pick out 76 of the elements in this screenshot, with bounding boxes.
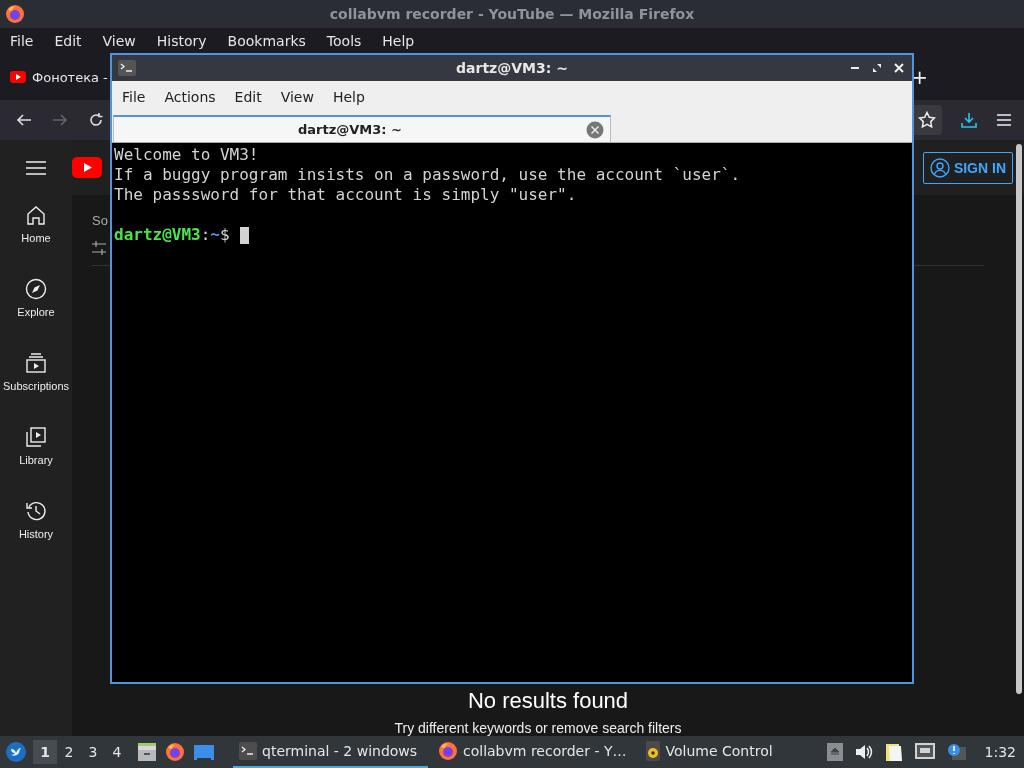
sidebar-item[interactable]: Subscriptions (2, 352, 69, 426)
menu-icon[interactable] (996, 113, 1012, 127)
sign-in-button[interactable]: SIGN IN (922, 151, 1013, 184)
desktop-switch[interactable]: 3 (81, 740, 105, 764)
sidebar-item[interactable]: Library (19, 426, 53, 500)
file-cabinet-icon[interactable] (137, 742, 157, 762)
taskbar-button[interactable]: Volume Control (640, 736, 783, 768)
window-title: dartz@VM3: ~ (455, 60, 569, 76)
library-icon (25, 426, 47, 448)
clipboard-icon[interactable] (884, 742, 903, 762)
scrollbar[interactable] (1016, 144, 1022, 694)
menu-item[interactable]: File (10, 33, 34, 49)
maximize-icon[interactable] (872, 63, 882, 73)
taskbar-button[interactable]: qterminal - 2 windows (233, 736, 428, 768)
star-icon (918, 111, 936, 129)
menu-item[interactable]: History (156, 33, 207, 49)
history-icon (25, 500, 47, 522)
window-title: collabvm recorder - YouTube — Mozilla Firefox (328, 6, 696, 22)
clock: 1:32 (984, 744, 1016, 760)
browser-tab[interactable]: Фонотека - (0, 69, 108, 85)
prompt-separator: : (200, 225, 211, 245)
terminal-line: Welcome to VM3! (114, 145, 260, 165)
filter-icon[interactable] (92, 241, 106, 255)
subscriptions-icon (25, 352, 47, 374)
firefox-icon (5, 4, 25, 24)
terminal-line: If a buggy program insists on a password, use the account `user`. (114, 165, 742, 185)
prompt-path: ~ (210, 225, 220, 245)
terminal-tab[interactable]: dartz@VM3: ~ (113, 115, 611, 142)
firefox-icon[interactable] (165, 742, 185, 762)
menu-icon[interactable] (26, 160, 46, 176)
desktop-switch[interactable]: 1 (33, 740, 57, 764)
empty-state-hint: Try different keywords or remove search filters (394, 720, 682, 736)
menu-item[interactable]: Actions (164, 89, 216, 105)
sidebar-item[interactable]: History (18, 500, 54, 574)
menu-item[interactable]: Edit (54, 33, 82, 49)
menu-item[interactable]: Bookmarks (227, 33, 306, 49)
sidebar-item[interactable]: Home (21, 204, 51, 278)
menu-item[interactable]: Help (332, 89, 365, 105)
menu-item[interactable]: File (122, 89, 146, 105)
back-icon[interactable] (16, 113, 32, 127)
start-menu-icon[interactable] (5, 741, 27, 763)
menu-item[interactable]: Help (382, 33, 415, 49)
reload-icon[interactable] (88, 112, 104, 128)
menu-item[interactable]: View (280, 89, 314, 105)
compass-icon (25, 278, 47, 300)
menu-item[interactable]: Edit (234, 89, 262, 105)
menu-item[interactable]: Tools (326, 33, 362, 49)
terminal-icon (118, 60, 136, 76)
taskbar-button[interactable]: collabvm recorder - Y… (432, 736, 637, 768)
prompt-user: dartz@VM3 (114, 225, 201, 245)
desktop-switch[interactable]: 2 (57, 740, 81, 764)
download-icon[interactable] (960, 111, 978, 129)
menu-item[interactable]: View (102, 33, 136, 49)
bookmark-button[interactable] (912, 105, 942, 135)
empty-state-title: No results found (467, 688, 629, 714)
desktop-switch[interactable]: 4 (105, 740, 129, 764)
terminal-icon (239, 742, 257, 760)
new-tab-button[interactable]: + (911, 65, 928, 89)
forward-icon[interactable] (52, 113, 68, 127)
prompt-symbol: $ (220, 225, 230, 245)
notification-icon[interactable] (946, 743, 967, 761)
speaker-icon (646, 741, 661, 761)
firefox-icon (438, 741, 458, 761)
network-icon[interactable] (914, 743, 935, 761)
video-logo-icon (72, 157, 102, 178)
close-icon[interactable] (894, 63, 904, 73)
terminal-line: The passsword for that account is simply "user". (114, 185, 578, 205)
eject-icon[interactable] (826, 743, 843, 761)
desktop-icon[interactable] (193, 743, 215, 761)
volume-icon[interactable] (854, 744, 873, 760)
user-icon (929, 157, 950, 178)
text-cursor (239, 226, 249, 244)
video-play-icon (10, 71, 26, 83)
sidebar-item[interactable]: Explore (17, 278, 55, 352)
home-icon (25, 204, 47, 226)
search-query: So (92, 213, 108, 228)
